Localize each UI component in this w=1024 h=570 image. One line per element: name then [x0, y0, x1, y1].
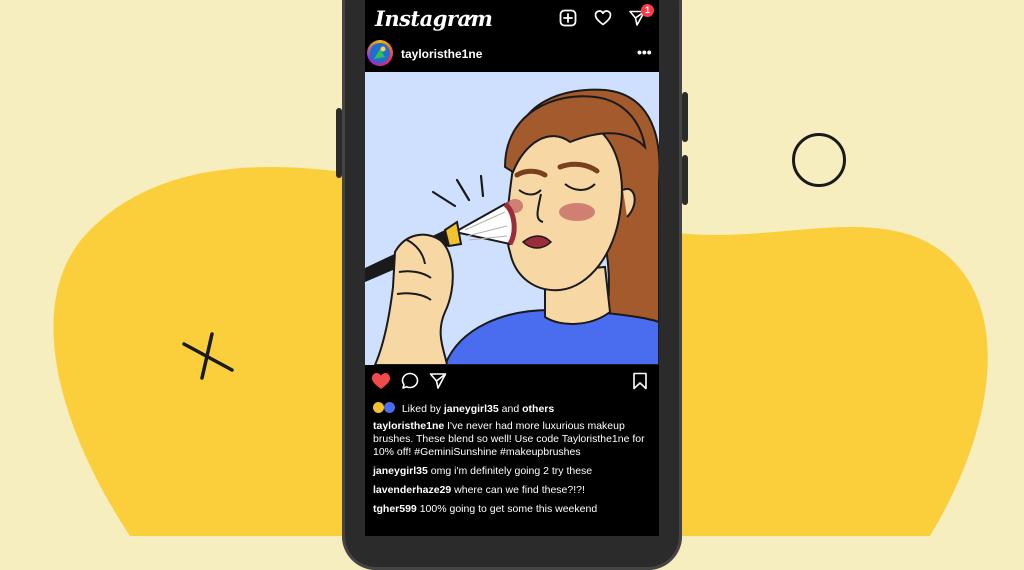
- liked-by-prefix: Liked by: [401, 403, 441, 415]
- phone-side-button: [336, 108, 342, 178]
- comment-username[interactable]: lavenderhaze29: [373, 484, 451, 496]
- instagram-logo[interactable]: Instagram: [375, 6, 493, 31]
- avatar-illustration: [370, 43, 390, 63]
- decorative-circle: [792, 133, 846, 187]
- avatar: [373, 402, 384, 413]
- plus-square-icon[interactable]: [559, 9, 577, 27]
- liked-by-line: Liked by janeygirl35 and others: [373, 402, 554, 415]
- decorative-x-mark: [182, 332, 234, 380]
- liked-by-username[interactable]: janeygirl35: [444, 403, 499, 415]
- comment-icon[interactable]: [401, 372, 419, 390]
- more-options-icon[interactable]: •••: [637, 44, 652, 60]
- comment-item: lavenderhaze29 where can we find these?!…: [373, 484, 653, 496]
- post-username[interactable]: tayloristhe1ne: [401, 47, 482, 61]
- post-image[interactable]: [365, 72, 659, 365]
- liked-by-conjunction: and: [501, 403, 520, 415]
- heart-filled-icon[interactable]: [371, 372, 391, 390]
- send-icon[interactable]: [429, 372, 447, 390]
- instagram-top-bar: Instagram 1: [365, 0, 659, 36]
- liked-by-others[interactable]: others: [522, 403, 554, 415]
- comment-username[interactable]: tgher599: [373, 503, 417, 515]
- comment-username[interactable]: janeygirl35: [373, 465, 428, 477]
- comment-text: where can we find these?!?!: [454, 484, 585, 496]
- post-caption: tayloristhe1ne I've never had more luxur…: [373, 420, 653, 459]
- phone-side-button: [682, 155, 688, 205]
- chevron-down-icon[interactable]: [465, 14, 474, 21]
- heart-icon[interactable]: [594, 9, 612, 27]
- notification-badge: 1: [641, 4, 654, 17]
- post-header: tayloristhe1ne •••: [365, 38, 659, 70]
- avatar[interactable]: [367, 40, 393, 66]
- bookmark-icon[interactable]: [632, 372, 648, 390]
- comment-text: 100% going to get some this weekend: [419, 503, 598, 515]
- caption-username[interactable]: tayloristhe1ne: [373, 420, 444, 432]
- makeup-illustration: [365, 72, 659, 365]
- comment-text: omg i'm definitely going 2 try these: [430, 465, 593, 477]
- phone-side-button: [682, 92, 688, 142]
- post-action-bar: [365, 372, 659, 394]
- avatar: [383, 402, 395, 413]
- comment-item: janeygirl35 omg i'm definitely going 2 t…: [373, 465, 653, 477]
- phone-screen: Instagram 1 tayloristhe1ne ••• Liked by …: [365, 0, 659, 536]
- avatar-image: [370, 43, 390, 63]
- comment-item: tgher599 100% going to get some this wee…: [373, 503, 653, 515]
